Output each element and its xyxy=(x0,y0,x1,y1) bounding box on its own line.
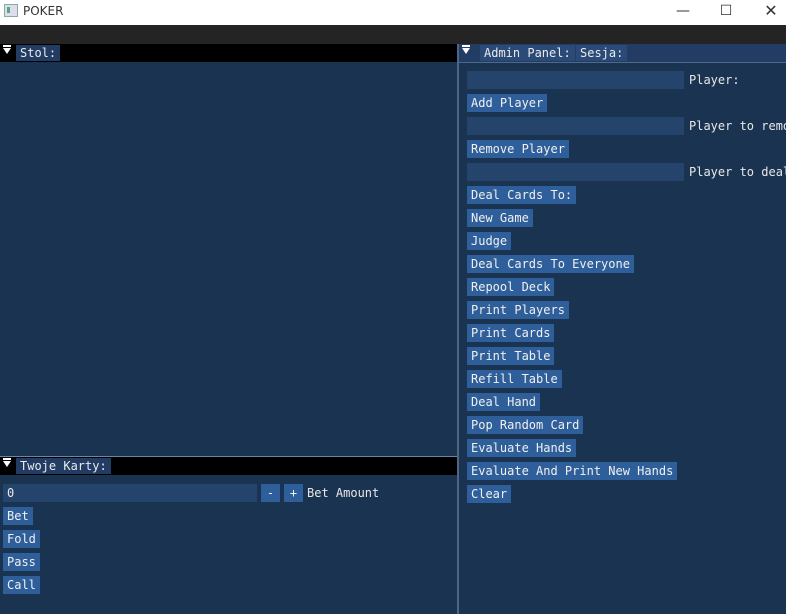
collapse-arrow-icon[interactable] xyxy=(3,458,11,467)
title-bar: POKER — ☐ ✕ xyxy=(0,0,786,25)
call-button[interactable]: Call xyxy=(3,576,40,594)
deal-everyone-button[interactable]: Deal Cards To Everyone xyxy=(467,255,634,273)
player-name-input[interactable] xyxy=(467,71,684,89)
pass-button[interactable]: Pass xyxy=(3,553,40,571)
print-table-button[interactable]: Print Table xyxy=(467,347,555,365)
tab-session[interactable]: Sesja: xyxy=(576,45,628,61)
remove-player-label: Player to remo xyxy=(689,119,786,133)
admin-header[interactable]: Admin Panel: Sesja: xyxy=(459,44,786,62)
collapse-arrow-icon[interactable] xyxy=(3,45,11,54)
cards-window: Twoje Karty: 0 - + Bet Amount Bet Fold P… xyxy=(0,457,457,614)
close-button[interactable]: ✕ xyxy=(748,0,786,25)
deal-cards-to-button[interactable]: Deal Cards To: xyxy=(467,186,577,204)
admin-window: Admin Panel: Sesja: Player: Add Player P… xyxy=(459,44,786,614)
remove-player-input[interactable] xyxy=(467,117,684,135)
bet-decrease-button[interactable]: - xyxy=(261,484,280,502)
bet-amount-label: Bet Amount xyxy=(307,486,380,500)
stol-window: Stol: xyxy=(0,44,457,456)
bet-increase-button[interactable]: + xyxy=(284,484,303,502)
new-game-button[interactable]: New Game xyxy=(467,209,533,227)
remove-player-button[interactable]: Remove Player xyxy=(467,140,569,158)
evaluate-print-hands-button[interactable]: Evaluate And Print New Hands xyxy=(467,462,678,480)
bet-amount-input[interactable]: 0 xyxy=(3,484,257,502)
deal-player-input[interactable] xyxy=(467,163,684,181)
collapse-arrow-icon[interactable] xyxy=(462,45,470,54)
add-player-button[interactable]: Add Player xyxy=(467,94,548,112)
judge-button[interactable]: Judge xyxy=(467,232,512,250)
cards-header[interactable]: Twoje Karty: xyxy=(0,457,457,475)
fold-button[interactable]: Fold xyxy=(3,530,40,548)
menu-strip xyxy=(0,25,786,44)
maximize-button[interactable]: ☐ xyxy=(703,0,749,25)
deal-hand-button[interactable]: Deal Hand xyxy=(467,393,541,411)
app-icon xyxy=(4,4,18,17)
refill-table-button[interactable]: Refill Table xyxy=(467,370,562,388)
tab-admin-panel[interactable]: Admin Panel: xyxy=(480,45,575,61)
evaluate-hands-button[interactable]: Evaluate Hands xyxy=(467,439,577,457)
header-divider xyxy=(459,62,786,63)
player-label: Player: xyxy=(689,73,740,87)
stol-title: Stol: xyxy=(16,45,61,61)
pop-random-card-button[interactable]: Pop Random Card xyxy=(467,416,584,434)
app-title: POKER xyxy=(23,4,64,18)
cards-title: Twoje Karty: xyxy=(16,458,111,474)
clear-button[interactable]: Clear xyxy=(467,485,512,503)
bet-button[interactable]: Bet xyxy=(3,507,33,525)
stol-header[interactable]: Stol: xyxy=(0,44,457,62)
repool-deck-button[interactable]: Repool Deck xyxy=(467,278,555,296)
deal-player-label: Player to deal xyxy=(689,165,786,179)
print-players-button[interactable]: Print Players xyxy=(467,301,569,319)
minimize-button[interactable]: — xyxy=(660,0,706,25)
print-cards-button[interactable]: Print Cards xyxy=(467,324,555,342)
